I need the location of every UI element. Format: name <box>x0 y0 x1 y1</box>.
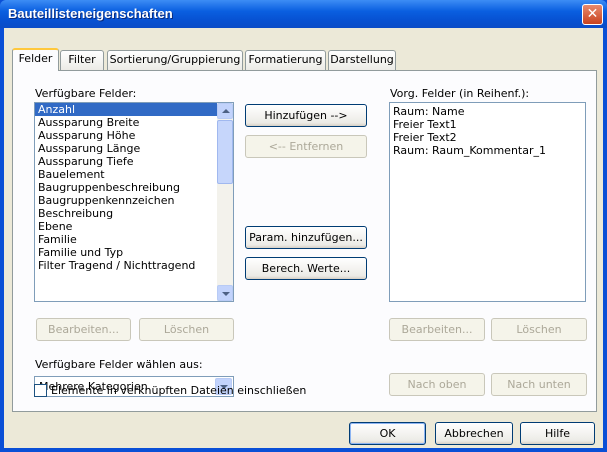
delete-field-button-right[interactable]: Löschen <box>491 318 587 341</box>
select-from-label: Verfügbare Felder wählen aus: <box>35 358 203 371</box>
properties-dialog: Bauteillisteneigenschaften ✕ Felder Filt… <box>0 0 607 452</box>
delete-field-button-left[interactable]: Löschen <box>139 318 234 341</box>
remove-field-button[interactable]: <-- Entfernen <box>245 135 367 158</box>
tab-sortierung[interactable]: Sortierung/Gruppierung <box>107 50 243 70</box>
close-icon: ✕ <box>586 6 599 22</box>
available-field-item[interactable]: Baugruppenkennzeichen <box>35 194 217 207</box>
available-field-item[interactable]: Baugruppenbeschreibung <box>35 181 217 194</box>
scheduled-fields-label: Vorg. Felder (in Reihenf.): <box>390 87 530 100</box>
include-linked-checkbox[interactable] <box>34 384 47 397</box>
dialog-client-area: Felder Filter Sortierung/Gruppierung For… <box>4 28 603 448</box>
available-field-item[interactable]: Filter Tragend / Nichttragend <box>35 259 217 272</box>
felder-panel: Verfügbare Felder: Anzahl Aussparung Brei… <box>12 70 597 412</box>
available-field-item[interactable]: Beschreibung <box>35 207 217 220</box>
scroll-up-button[interactable] <box>217 103 233 119</box>
available-fields-list[interactable]: Anzahl Aussparung Breite Aussparung Höhe Au… <box>34 102 234 302</box>
available-fields-scrollbar[interactable] <box>217 103 233 301</box>
chevron-up-icon <box>222 109 230 113</box>
scheduled-field-item[interactable]: Freier Text1 <box>390 118 585 131</box>
scheduled-fields-list[interactable]: Raum: Name Freier Text1 Freier Text2 Raum: … <box>389 102 586 302</box>
ok-button[interactable]: OK <box>349 422 426 445</box>
tab-filter[interactable]: Filter <box>60 50 104 70</box>
available-field-item[interactable]: Ebene <box>35 220 217 233</box>
available-field-item[interactable]: Aussparung Breite <box>35 116 217 129</box>
scroll-down-button[interactable] <box>217 285 233 301</box>
move-down-button[interactable]: Nach unten <box>491 373 587 396</box>
scheduled-field-item[interactable]: Raum: Name <box>390 105 585 118</box>
edit-field-button-left[interactable]: Bearbeiten... <box>36 318 131 341</box>
scheduled-field-item[interactable]: Freier Text2 <box>390 131 585 144</box>
scroll-thumb[interactable] <box>217 120 233 184</box>
available-field-item[interactable]: Aussparung Höhe <box>35 129 217 142</box>
chevron-down-icon <box>222 292 230 296</box>
add-field-button[interactable]: Hinzufügen --> <box>245 104 367 127</box>
available-field-item[interactable]: Aussparung Tiefe <box>35 155 217 168</box>
add-parameter-button[interactable]: Param. hinzufügen... <box>245 226 367 249</box>
tab-felder[interactable]: Felder <box>12 48 59 71</box>
available-field-item[interactable]: Anzahl <box>35 103 217 116</box>
close-button[interactable]: ✕ <box>582 4 603 25</box>
available-field-item[interactable]: Bauelement <box>35 168 217 181</box>
move-up-button[interactable]: Nach oben <box>389 373 485 396</box>
available-fields-label: Verfügbare Felder: <box>35 87 137 100</box>
dialog-title: Bauteillisteneigenschaften <box>8 6 173 21</box>
tab-darstellung[interactable]: Darstellung <box>328 50 396 70</box>
calculated-values-button[interactable]: Berech. Werte... <box>245 257 367 280</box>
available-field-item[interactable]: Familie <box>35 233 217 246</box>
title-bar[interactable]: Bauteillisteneigenschaften ✕ <box>0 0 607 28</box>
scheduled-field-item[interactable]: Raum: Raum_Kommentar_1 <box>390 144 585 157</box>
tab-formatierung[interactable]: Formatierung <box>245 50 326 70</box>
available-field-item[interactable]: Familie und Typ <box>35 246 217 259</box>
include-linked-label: Elemente in verknüpften Dateien einschli… <box>51 384 307 397</box>
cancel-button[interactable]: Abbrechen <box>435 422 513 445</box>
help-button[interactable]: Hilfe <box>520 422 595 445</box>
available-field-item[interactable]: Aussparung Länge <box>35 142 217 155</box>
edit-field-button-right[interactable]: Bearbeiten... <box>389 318 485 341</box>
